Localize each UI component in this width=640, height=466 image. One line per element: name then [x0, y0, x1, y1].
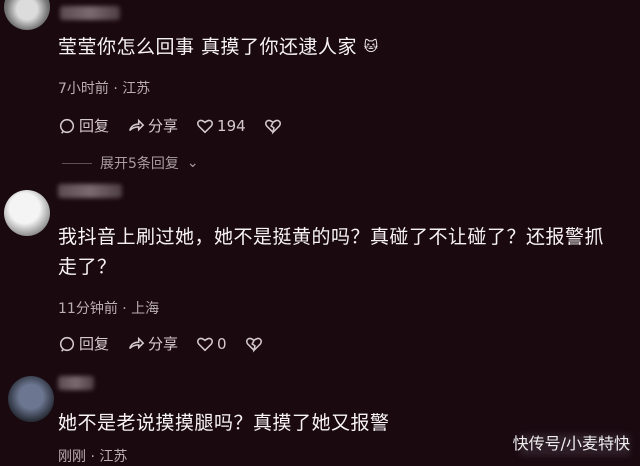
comment-bubble-icon [59, 336, 75, 352]
reply-button[interactable]: 回复 [58, 115, 109, 136]
comment-item: 我抖音上刷过她，她不是挺黄的吗？真碰了不让碰了？还报警抓走了？ 11分钟前 · … [0, 180, 640, 370]
avatar[interactable] [4, 190, 50, 236]
chevron-down-icon: ⌄ [186, 155, 199, 171]
share-button[interactable]: 分享 [127, 115, 178, 136]
avatar[interactable] [8, 376, 54, 422]
watermark: 快传号/小麦特快 [512, 434, 630, 453]
dislike-button[interactable] [264, 117, 282, 135]
dislike-button[interactable] [245, 335, 263, 353]
comment-meta: 7小时前 · 江苏 [58, 81, 151, 97]
share-arrow-icon [128, 336, 145, 349]
avatar[interactable] [4, 0, 50, 30]
like-button[interactable]: 0 [196, 335, 227, 353]
username-blurred [58, 376, 94, 390]
broken-heart-icon [245, 337, 262, 353]
broken-heart-icon [264, 119, 281, 135]
reply-button[interactable]: 回复 [58, 333, 109, 354]
divider-line [62, 162, 92, 164]
username-blurred [58, 184, 122, 198]
share-arrow-icon [128, 118, 145, 131]
comment-item: 莹莹你怎么回事 真摸了你还逮人家 🐱 7小时前 · 江苏 回复 分享 194 展… [0, 0, 640, 180]
comment-text: 我抖音上刷过她，她不是挺黄的吗？真碰了不让碰了？还报警抓走了？ [58, 226, 605, 278]
comment-meta: 刚刚 · 江苏 [58, 449, 128, 465]
cat-emoji-icon: 🐱 [363, 39, 379, 55]
comment-content: 莹莹你怎么回事 真摸了你还逮人家 [58, 36, 358, 58]
comment-meta: 11分钟前 · 上海 [58, 301, 160, 317]
heart-icon [197, 337, 214, 351]
heart-icon [197, 119, 214, 133]
like-button[interactable]: 194 [196, 117, 246, 135]
expand-replies-button[interactable]: 展开5条回复 ⌄ [62, 153, 199, 173]
share-button[interactable]: 分享 [127, 333, 178, 354]
username-blurred [60, 6, 120, 20]
comment-bubble-icon [59, 118, 75, 134]
comment-text: 莹莹你怎么回事 真摸了你还逮人家 🐱 [58, 32, 616, 62]
